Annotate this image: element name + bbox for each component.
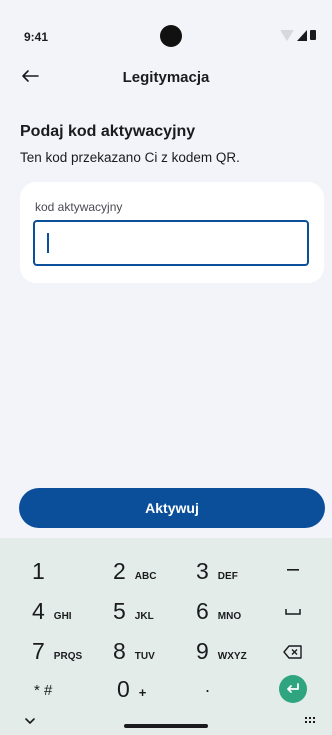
key-number: 5 <box>113 598 126 624</box>
enter-icon <box>287 683 299 693</box>
key-number: 9 <box>196 638 209 664</box>
activation-code-input[interactable] <box>33 220 309 266</box>
key-number: * # <box>34 682 53 699</box>
key-9[interactable]: 9 WXYZ <box>196 638 247 665</box>
key-number: 8 <box>113 638 126 664</box>
key-5[interactable]: 5 JKL <box>113 598 154 625</box>
battery-icon <box>310 30 316 40</box>
key-star-hash[interactable]: * # <box>34 682 52 699</box>
key-2[interactable]: 2 ABC <box>113 558 156 585</box>
back-arrow-icon[interactable] <box>18 64 42 88</box>
enter-key[interactable] <box>279 675 307 703</box>
activation-hint: Ten kod przekazano Ci z kodem QR. <box>20 150 240 165</box>
space-icon[interactable] <box>284 608 302 616</box>
wifi-icon <box>280 29 294 41</box>
key-letters: + <box>138 685 147 700</box>
key-number: . <box>205 676 211 696</box>
key-letters: PRQS <box>53 651 83 662</box>
key-letters: DEF <box>217 571 238 582</box>
keyboard-switch-icon[interactable] <box>304 716 318 726</box>
key-8[interactable]: 8 TUV <box>113 638 155 665</box>
key-letters: WXYZ <box>217 651 247 662</box>
gesture-bar[interactable] <box>124 724 208 728</box>
status-icons <box>280 28 316 42</box>
page-title: Legitymacja <box>122 69 210 86</box>
key-number: 2 <box>113 558 126 584</box>
key-0[interactable]: 0 + <box>117 676 146 703</box>
numeric-keyboard: 1 2 ABC 3 DEF 4 GHI 5 JKL 6 MNO 7 PRQS 8… <box>0 538 332 735</box>
key-letters: TUV <box>134 651 155 662</box>
key-6[interactable]: 6 MNO <box>196 598 241 625</box>
key-letters: MNO <box>217 611 242 622</box>
key-1[interactable]: 1 <box>32 558 45 585</box>
camera-cutout <box>160 25 182 47</box>
key-letters: ABC <box>134 571 157 582</box>
key-7[interactable]: 7 PRQS <box>32 638 82 665</box>
key-letters: GHI <box>53 611 72 622</box>
status-time: 9:41 <box>24 30 49 44</box>
key-number: 7 <box>32 638 45 664</box>
code-field-label: kod aktywacyjny <box>35 200 123 214</box>
text-caret <box>47 233 49 253</box>
minus-icon[interactable] <box>286 568 300 572</box>
key-number: 3 <box>196 558 209 584</box>
activation-heading: Podaj kod aktywacyjny <box>20 123 196 140</box>
key-4[interactable]: 4 GHI <box>32 598 72 625</box>
chevron-down-icon[interactable] <box>24 717 36 725</box>
activate-button[interactable]: Aktywuj <box>19 488 325 528</box>
key-number: 1 <box>32 558 45 584</box>
key-number: 4 <box>32 598 45 624</box>
key-dot[interactable]: . <box>205 676 210 697</box>
backspace-icon[interactable] <box>283 644 303 660</box>
key-number: 0 <box>117 676 130 702</box>
key-3[interactable]: 3 DEF <box>196 558 238 585</box>
key-letters: JKL <box>134 611 154 622</box>
key-number: 6 <box>196 598 209 624</box>
signal-icon <box>297 29 307 41</box>
